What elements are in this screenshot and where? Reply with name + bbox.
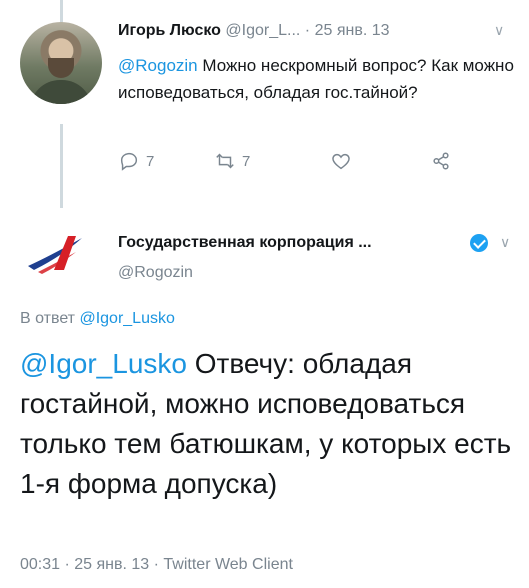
- separator-dot: ·: [304, 22, 311, 39]
- reply-icon: [120, 152, 138, 171]
- retweet-count: 7: [242, 152, 251, 170]
- like-button[interactable]: [330, 150, 352, 172]
- avatar[interactable]: [20, 22, 102, 104]
- chevron-down-icon[interactable]: ∨: [494, 22, 504, 39]
- like-icon: [332, 153, 350, 170]
- author-name[interactable]: Игорь Люско: [118, 22, 221, 39]
- author-handle[interactable]: @Igor_L...: [225, 22, 300, 39]
- tweet-text: @Igor_Lusko Отвечу: обладая гостайной, м…: [20, 344, 520, 504]
- avatar[interactable]: [24, 226, 96, 278]
- tweet-text: @Rogozin Можно нескромный вопрос? Как мо…: [118, 52, 518, 106]
- thread-connector-mid: [60, 124, 63, 208]
- tweet-header: Игорь Люско @Igor_L... · 25 янв. 13: [118, 22, 390, 40]
- reply-button[interactable]: 7: [118, 150, 154, 172]
- verified-badge-icon: [470, 234, 488, 252]
- author-name[interactable]: Государственная корпорация ...: [118, 234, 372, 252]
- tweet-date[interactable]: 25 янв. 13: [315, 22, 390, 39]
- retweet-icon: [216, 153, 234, 169]
- tweet-reply-header: Государственная корпорация ... ∨ @Rogozi…: [0, 212, 529, 292]
- share-icon: [433, 152, 449, 170]
- share-button[interactable]: [430, 150, 452, 172]
- reply-count: 7: [146, 152, 155, 170]
- roscosmos-logo-icon: [28, 236, 82, 274]
- reply-context: В ответ @Igor_Lusko: [20, 310, 175, 328]
- mention-link[interactable]: @Igor_Lusko: [20, 348, 187, 379]
- reply-to-prefix: В ответ: [20, 310, 76, 327]
- tweet-actions: 7 7: [118, 150, 478, 178]
- tweet-parent[interactable]: Игорь Люско @Igor_L... · 25 янв. 13 ∨ @R…: [0, 0, 529, 212]
- author-handle[interactable]: @Rogozin: [118, 264, 193, 282]
- chevron-down-icon[interactable]: ∨: [500, 234, 510, 251]
- mention-link[interactable]: @Rogozin: [118, 56, 198, 75]
- reply-to-handle[interactable]: @Igor_Lusko: [79, 310, 174, 327]
- tweet-meta[interactable]: 00:31 · 25 янв. 13 · Twitter Web Client: [20, 556, 293, 574]
- retweet-button[interactable]: 7: [214, 150, 250, 172]
